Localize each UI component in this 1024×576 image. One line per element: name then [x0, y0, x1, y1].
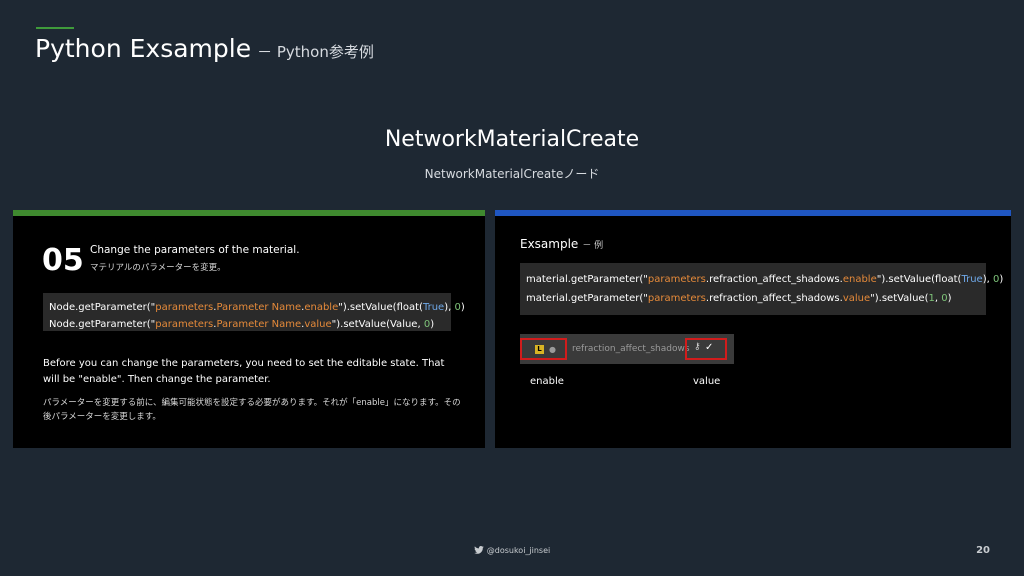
- right-panel: Exsample － 例 material.getParameter("param…: [495, 210, 1011, 448]
- description-jp: パラメーターを変更する前に、編集可能状態を設定する必要があります。それが「ena…: [43, 398, 461, 422]
- lock-toggle[interactable]: L: [535, 345, 544, 354]
- page-title: Python Exsample － Python参考例: [35, 34, 374, 63]
- step-number: 05: [42, 243, 84, 278]
- key-icon: ⚷: [694, 342, 701, 352]
- code-line: Node.getParameter("parameters.Parameter …: [49, 319, 435, 330]
- code-line: material.getParameter("parameters.refrac…: [526, 274, 1004, 285]
- section-subtitle: NetworkMaterialCreateノード: [424, 167, 600, 181]
- page-number: 20: [976, 545, 990, 556]
- twitter-icon: [473, 546, 484, 554]
- title-accent-line: [36, 27, 74, 29]
- page-title-main: Python Exsample: [35, 34, 252, 63]
- value-label: value: [693, 376, 721, 387]
- step-title: Change the parameters of the material.: [90, 244, 300, 256]
- checkbox-check-icon[interactable]: ✓: [705, 342, 713, 353]
- status-dot-icon: ●: [549, 345, 556, 354]
- section-title: NetworkMaterialCreate: [384, 127, 640, 152]
- footer-handle: @dosukoi_jinsei: [0, 546, 1024, 555]
- code-line: material.getParameter("parameters.refrac…: [526, 293, 952, 304]
- enable-label: enable: [530, 376, 564, 387]
- description-en: Before you can change the parameters, yo…: [43, 358, 445, 385]
- example-title: Exsample － 例: [520, 237, 604, 251]
- step-subtitle: マテリアルのパラメーターを変更。: [90, 263, 226, 273]
- left-panel: 05 Change the parameters of the material…: [13, 210, 485, 448]
- page-title-sub: － Python参考例: [257, 43, 374, 61]
- example-code-block: material.getParameter("parameters.refrac…: [520, 263, 1004, 315]
- parameter-name: refraction_affect_shadows: [572, 344, 690, 354]
- parameter-widget: L ● refraction_affect_shadows ⚷ ✓: [520, 334, 734, 364]
- code-line: Node.getParameter("parameters.Parameter …: [49, 302, 465, 313]
- code-block: Node.getParameter("parameters.Parameter …: [43, 293, 465, 331]
